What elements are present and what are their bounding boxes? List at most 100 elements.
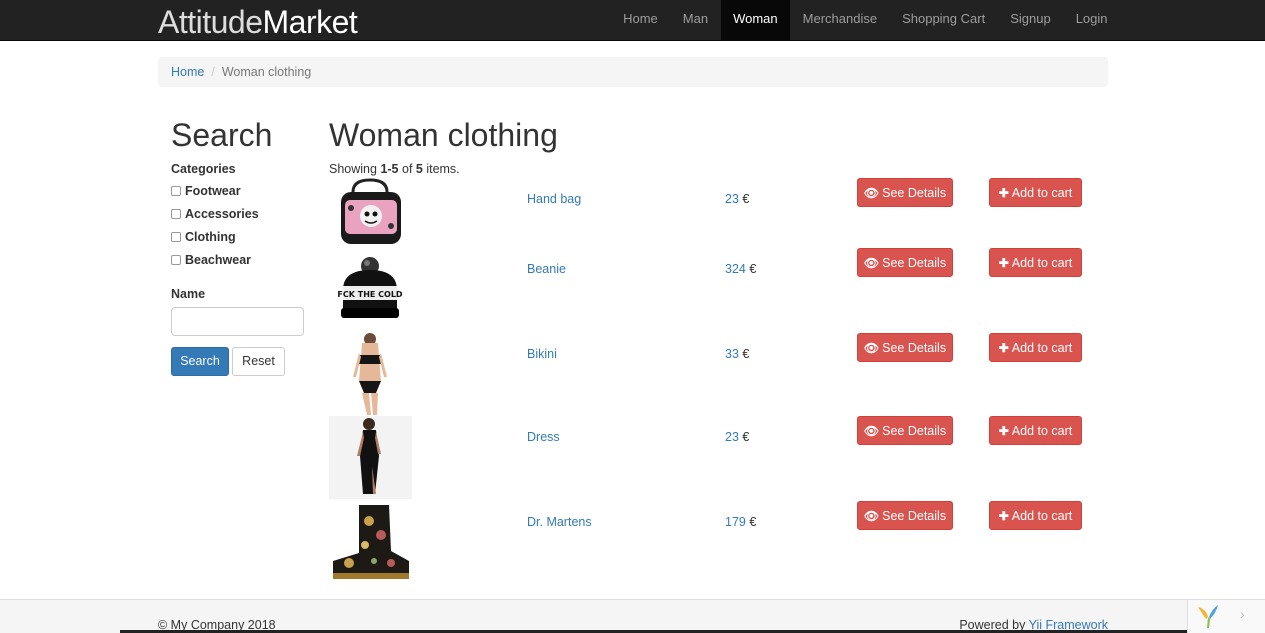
summary-range: 1-5 <box>380 162 399 176</box>
checkbox-clothing[interactable] <box>171 232 181 242</box>
product-name-link[interactable]: Dress <box>527 430 560 444</box>
price-value[interactable]: 33 <box>725 347 739 361</box>
add-to-cart-button[interactable]: ✚ Add to cart <box>989 248 1082 277</box>
product-price: 23 € <box>725 430 749 444</box>
eye-icon: 👁 <box>863 423 880 438</box>
nav-shopping-cart[interactable]: Shopping Cart <box>890 0 998 41</box>
nav-merchandise[interactable]: Merchandise <box>790 0 889 41</box>
see-details-button[interactable]: 👁 See Details <box>857 248 953 277</box>
categories-label: Categories <box>171 162 236 176</box>
category-label: Accessories <box>185 207 259 221</box>
currency-symbol: € <box>749 262 757 276</box>
breadcrumb: Home / Woman clothing <box>158 57 1108 87</box>
footer: © My Company 2018 Powered by Yii Framewo… <box>0 599 1265 633</box>
summary-suffix: items. <box>422 162 460 176</box>
product-price: 23 € <box>725 192 749 206</box>
category-label: Footwear <box>185 184 241 198</box>
currency-symbol: € <box>742 192 750 206</box>
beanie-image[interactable]: FCK THE COLD <box>329 256 412 322</box>
category-label: Beachwear <box>185 253 252 267</box>
brand-second-text: Market <box>262 4 358 40</box>
eye-icon: 👁 <box>863 255 880 270</box>
eye-icon: 👁 <box>863 508 880 523</box>
results-summary: Showing 1-5 of 5 items. <box>329 162 460 176</box>
price-value[interactable]: 23 <box>725 430 739 444</box>
product-name-link[interactable]: Bikini <box>527 347 557 361</box>
breadcrumb-separator: / <box>211 65 215 79</box>
add-to-cart-label: Add to cart <box>1011 423 1073 438</box>
reset-button[interactable]: Reset <box>232 347 285 376</box>
boots-image[interactable] <box>329 501 412 581</box>
brand-main-text: Attitude <box>158 4 263 40</box>
svg-text:FCK THE COLD: FCK THE COLD <box>337 290 402 299</box>
name-label: Name <box>171 287 206 301</box>
category-footwear[interactable]: Footwear <box>171 182 241 200</box>
add-to-cart-button[interactable]: ✚ Add to cart <box>989 416 1082 445</box>
product-price: 324 € <box>725 262 756 276</box>
product-price: 33 € <box>725 347 749 361</box>
see-details-label: See Details <box>882 508 947 523</box>
plus-icon: ✚ <box>998 508 1009 523</box>
summary-of: of <box>398 162 416 176</box>
category-clothing[interactable]: Clothing <box>171 228 236 246</box>
see-details-label: See Details <box>882 423 947 438</box>
currency-symbol: € <box>749 515 757 529</box>
add-to-cart-label: Add to cart <box>1011 255 1073 270</box>
price-value[interactable]: 23 <box>725 192 739 206</box>
product-name-link[interactable]: Hand bag <box>527 192 581 206</box>
add-to-cart-button[interactable]: ✚ Add to cart <box>989 178 1082 207</box>
nav-login[interactable]: Login <box>1063 0 1120 41</box>
price-value[interactable]: 324 <box>725 262 746 276</box>
breadcrumb-home[interactable]: Home <box>171 65 204 79</box>
see-details-label: See Details <box>882 255 947 270</box>
name-input[interactable] <box>171 307 304 336</box>
add-to-cart-button[interactable]: ✚ Add to cart <box>989 501 1082 530</box>
checkbox-footwear[interactable] <box>171 186 181 196</box>
add-to-cart-label: Add to cart <box>1011 508 1073 523</box>
plus-icon: ✚ <box>998 340 1009 355</box>
nav-woman[interactable]: Woman <box>720 0 791 41</box>
yii-logo-icon[interactable] <box>1196 603 1220 629</box>
price-value[interactable]: 179 <box>725 515 746 529</box>
chevron-right-icon[interactable]: › <box>1240 606 1245 622</box>
breadcrumb-current: Woman clothing <box>221 65 312 79</box>
dress-image[interactable] <box>329 416 412 499</box>
main-nav: Home Man Woman Merchandise Shopping Cart… <box>611 0 1120 41</box>
see-details-label: See Details <box>882 340 947 355</box>
see-details-button[interactable]: 👁 See Details <box>857 333 953 362</box>
product-name-link[interactable]: Beanie <box>527 262 566 276</box>
nav-man[interactable]: Man <box>670 0 720 41</box>
category-label: Clothing <box>185 230 236 244</box>
search-title: Search <box>171 117 273 153</box>
currency-symbol: € <box>742 430 750 444</box>
add-to-cart-label: Add to cart <box>1011 340 1073 355</box>
see-details-button[interactable]: 👁 See Details <box>857 178 953 207</box>
product-name-link[interactable]: Dr. Martens <box>527 515 592 529</box>
currency-symbol: € <box>742 347 750 361</box>
nav-home[interactable]: Home <box>611 0 671 41</box>
category-accessories[interactable]: Accessories <box>171 205 259 223</box>
handbag-image[interactable] <box>329 178 412 248</box>
add-to-cart-label: Add to cart <box>1011 185 1073 200</box>
add-to-cart-button[interactable]: ✚ Add to cart <box>989 333 1082 362</box>
plus-icon: ✚ <box>998 255 1009 270</box>
category-beachwear[interactable]: Beachwear <box>171 251 251 269</box>
page-title: Woman clothing <box>329 117 558 153</box>
summary-prefix: Showing <box>329 162 381 176</box>
nav-signup[interactable]: Signup <box>998 0 1063 41</box>
checkbox-accessories[interactable] <box>171 209 181 219</box>
see-details-button[interactable]: 👁 See Details <box>857 501 953 530</box>
eye-icon: 👁 <box>863 340 880 355</box>
search-button[interactable]: Search <box>171 347 229 376</box>
eye-icon: 👁 <box>863 185 880 200</box>
bikini-image[interactable] <box>329 333 412 416</box>
summary-total: 5 <box>415 162 423 176</box>
checkbox-beachwear[interactable] <box>171 255 181 265</box>
see-details-label: See Details <box>882 185 947 200</box>
plus-icon: ✚ <box>998 423 1009 438</box>
plus-icon: ✚ <box>998 185 1009 200</box>
brand-logo[interactable]: AttitudeMarket <box>158 3 358 41</box>
product-price: 179 € <box>725 515 756 529</box>
see-details-button[interactable]: 👁 See Details <box>857 416 953 445</box>
navbar: AttitudeMarket Home Man Woman Merchandis… <box>0 0 1265 41</box>
